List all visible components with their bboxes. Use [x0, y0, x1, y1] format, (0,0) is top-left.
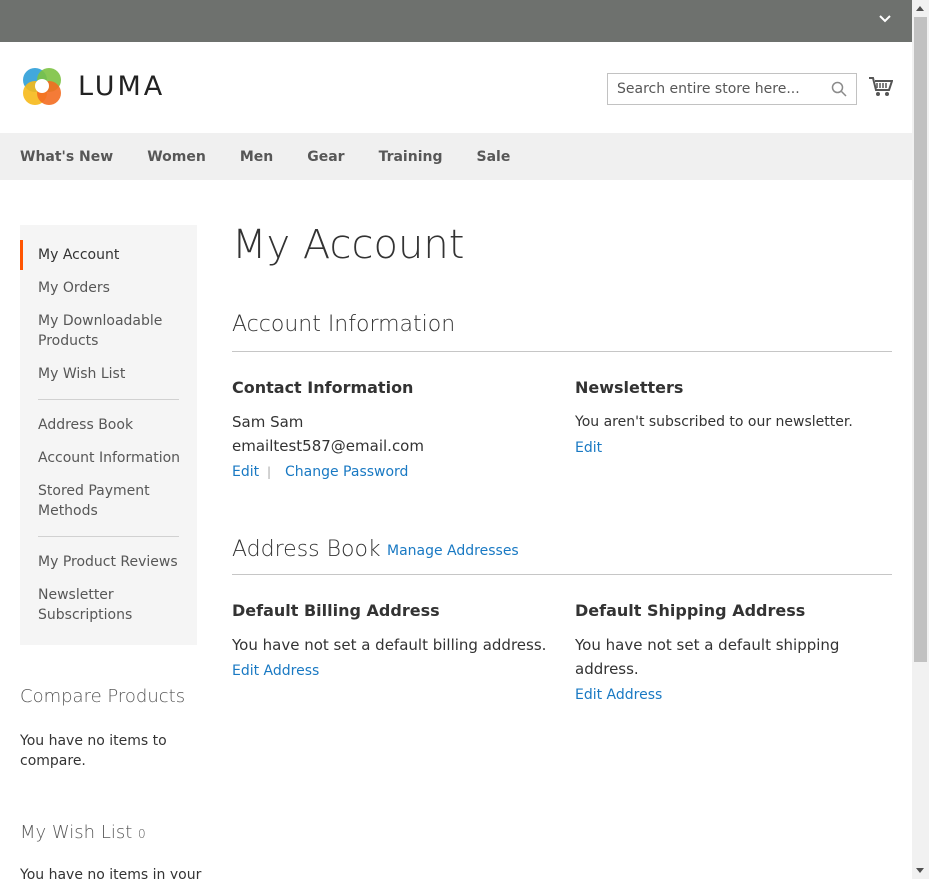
compare-products-text: You have no items to compare.	[20, 733, 167, 769]
customer-email: emailtest587@email.com	[232, 437, 424, 455]
change-password-link[interactable]: Change Password	[285, 464, 408, 480]
default-shipping-title: Default Shipping Address	[575, 601, 806, 620]
scroll-down-arrow-icon[interactable]	[916, 868, 924, 873]
luma-logo-icon	[23, 68, 61, 105]
wishlist-title: My Wish List 0	[20, 822, 146, 843]
wishlist-title-text: My Wish List	[20, 822, 133, 843]
edit-shipping-address-link[interactable]: Edit Address	[575, 687, 662, 703]
top-panel	[0, 0, 912, 42]
sidebar-item-my-orders[interactable]: My Orders	[38, 278, 188, 298]
newsletters-title: Newsletters	[575, 378, 684, 397]
manage-addresses-link[interactable]: Manage Addresses	[387, 543, 519, 559]
sidebar-item-my-account[interactable]: My Account	[38, 245, 188, 265]
contact-information-title: Contact Information	[232, 378, 414, 397]
edit-contact-link[interactable]: Edit	[232, 464, 259, 480]
address-book-title: Address Book	[232, 537, 381, 562]
header: LUMA	[0, 42, 912, 133]
sidebar-divider	[38, 399, 179, 400]
sidebar-item-newsletter-subscriptions[interactable]: Newsletter Subscriptions	[38, 585, 188, 625]
search-icon[interactable]	[831, 81, 847, 101]
active-indicator	[20, 240, 23, 270]
page-title: My Account	[232, 222, 465, 268]
default-billing-text: You have not set a default billing addre…	[232, 636, 547, 654]
sidebar-divider	[38, 536, 179, 537]
account-information-title: Account Information	[232, 312, 456, 337]
customer-name: Sam Sam	[232, 413, 304, 431]
nav-item-whats-new[interactable]: What's New	[20, 149, 113, 165]
edit-newsletters-link[interactable]: Edit	[575, 440, 602, 456]
page-scrollbar[interactable]	[912, 0, 929, 879]
sidebar-item-address-book[interactable]: Address Book	[38, 415, 188, 435]
search-input[interactable]	[608, 74, 818, 104]
link-separator: |	[267, 465, 272, 479]
scroll-up-arrow-icon[interactable]	[916, 6, 924, 11]
wishlist-count: 0	[138, 827, 146, 841]
cart-icon[interactable]	[869, 76, 894, 102]
sidebar-item-stored-payment-methods[interactable]: Stored Payment Methods	[38, 481, 188, 521]
scrollbar-thumb[interactable]	[914, 17, 927, 662]
search-box[interactable]	[607, 73, 857, 105]
section-divider	[232, 351, 892, 352]
brand-name: LUMA	[78, 70, 166, 102]
sidebar-item-wish-list[interactable]: My Wish List	[38, 364, 188, 384]
account-sidebar: My Account My Orders My Downloadable Pro…	[20, 225, 197, 645]
newsletters-status: You aren't subscribed to our newsletter.	[575, 414, 853, 430]
nav-item-training[interactable]: Training	[379, 149, 443, 165]
sidebar-item-account-information[interactable]: Account Information	[38, 448, 188, 468]
nav-item-gear[interactable]: Gear	[307, 149, 344, 165]
compare-products-title: Compare Products	[20, 686, 186, 707]
sidebar-item-downloadable-products[interactable]: My Downloadable Products	[38, 311, 188, 351]
nav-item-men[interactable]: Men	[240, 149, 273, 165]
nav-item-sale[interactable]: Sale	[476, 149, 510, 165]
nav-item-women[interactable]: Women	[147, 149, 206, 165]
section-divider	[232, 574, 892, 575]
default-shipping-text: You have not set a default shipping addr…	[575, 636, 840, 678]
logo[interactable]: LUMA	[20, 64, 165, 108]
main-navigation: What's New Women Men Gear Training Sale	[0, 133, 912, 180]
sidebar-item-product-reviews[interactable]: My Product Reviews	[38, 552, 188, 572]
chevron-down-icon[interactable]	[878, 12, 892, 26]
wishlist-text: You have no items in your	[20, 867, 202, 879]
default-billing-title: Default Billing Address	[232, 601, 440, 620]
edit-billing-address-link[interactable]: Edit Address	[232, 663, 319, 679]
